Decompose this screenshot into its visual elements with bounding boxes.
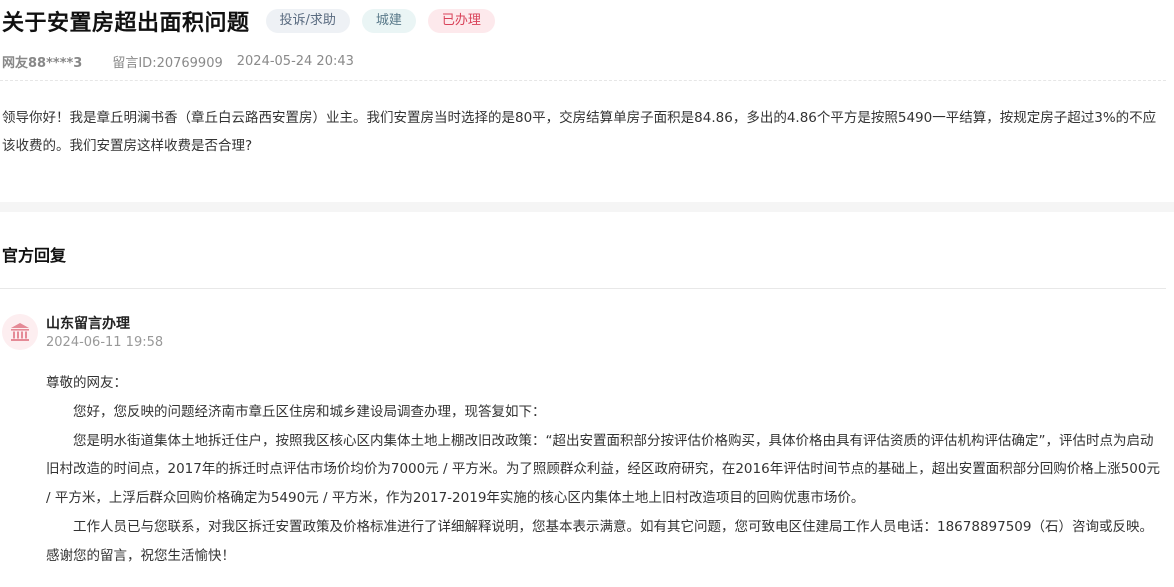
reply-datetime: 2024-06-11 19:58 (46, 335, 164, 350)
divider (0, 288, 1166, 289)
government-building-icon (11, 323, 29, 341)
reply-paragraph: 您好，您反映的问题经济南市章丘区住房和城乡建设局调查办理，现答复如下： (73, 403, 546, 420)
category-tag[interactable]: 投诉/求助 (265, 9, 350, 33)
reply-content: 尊敬的网友： 您好，您反映的问题经济南市章丘区住房和城乡建设局调查办理，现答复如… (46, 369, 1166, 571)
reply-organization: 山东留言办理 (46, 316, 130, 332)
message-id: 留言ID:20769909 (112, 55, 223, 71)
page-title: 关于安置房超出面积问题 (2, 11, 250, 36)
section-separator (0, 202, 1174, 212)
divider (0, 80, 1166, 81)
reply-paragraph: 工作人员已与您联系，对我区拆迁安置政策及价格标准进行了详细解释说明，您基本表示满… (46, 518, 1153, 564)
department-tag[interactable]: 城建 (361, 9, 416, 33)
author-name: 网友88****3 (2, 55, 83, 71)
title-row: 关于安置房超出面积问题 投诉/求助 城建 已办理 (2, 4, 507, 38)
avatar (2, 314, 38, 350)
reply-paragraph: 您是明水街道集体土地拆迁住户，按照我区核心区内集体土地上棚改旧改政策：“超出安置… (46, 432, 1160, 507)
reply-greeting: 尊敬的网友： (46, 375, 127, 391)
reply-section-title: 官方回复 (2, 246, 67, 265)
post-datetime: 2024-05-24 20:43 (236, 53, 354, 69)
status-badge: 已办理 (427, 9, 495, 33)
question-meta: 网友88****3 留言ID:20769909 2024-05-24 20:43 (2, 51, 354, 71)
question-content: 领导你好！我是章丘明澜书香（章丘白云路西安置房）业主。我们安置房当时选择的是80… (2, 110, 1157, 154)
